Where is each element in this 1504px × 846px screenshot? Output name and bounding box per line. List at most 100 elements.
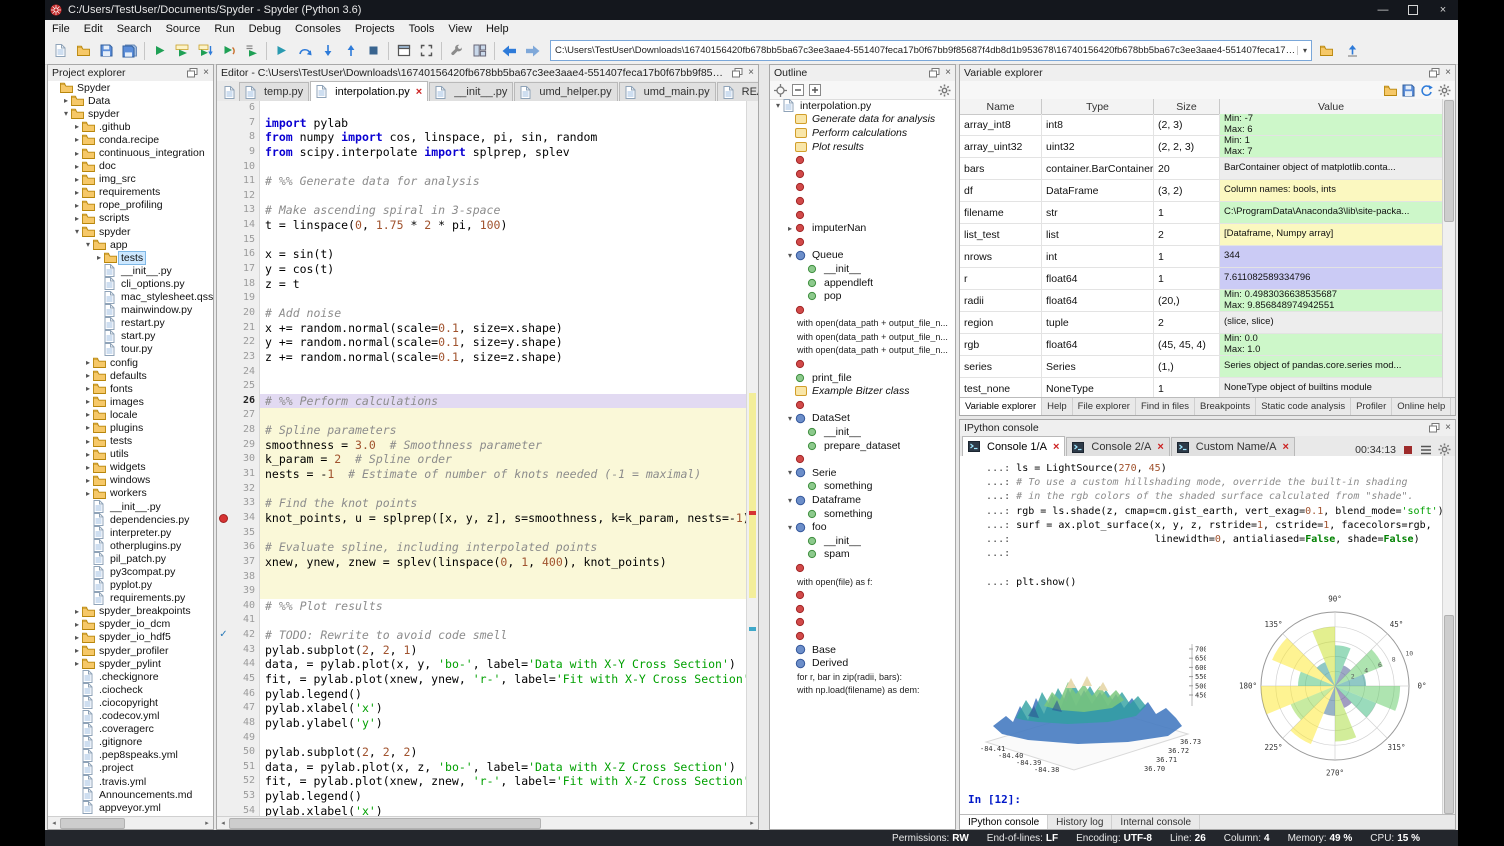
code-line-23[interactable]: 23z += random.normal(scale=0.1, size=z.s…	[217, 350, 747, 365]
outline-item[interactable]	[770, 561, 955, 575]
column-header-value[interactable]: Value	[1220, 99, 1443, 114]
code-line-7[interactable]: 7import pylab	[217, 116, 747, 131]
variable-name[interactable]: array_int8	[960, 114, 1042, 135]
code-line-26[interactable]: 26# %% Perform calculations	[217, 394, 747, 409]
project-tree-item[interactable]: ▸config	[48, 356, 213, 369]
variable-name[interactable]: array_uint32	[960, 136, 1042, 157]
expand-arrow-icon[interactable]: ▸	[83, 397, 93, 406]
variable-name[interactable]: nrows	[960, 246, 1042, 267]
outline-item[interactable]: Generate data for analysis	[770, 113, 955, 127]
code-line-16[interactable]: 16x = sin(t)	[217, 247, 747, 262]
project-tree-item[interactable]: .project	[48, 762, 213, 775]
code-line-29[interactable]: 29smoothness = 3.0 # Smoothness paramete…	[217, 438, 747, 453]
menu-file[interactable]: File	[45, 22, 77, 36]
code-line-30[interactable]: 30k_param = 2 # Spline order	[217, 452, 747, 467]
code-line-35[interactable]: 35	[217, 526, 747, 541]
variable-type[interactable]: float64	[1042, 334, 1154, 355]
import-data-icon[interactable]	[1384, 85, 1397, 96]
project-tree-item[interactable]: ▸utils	[48, 448, 213, 461]
editor-close-icon[interactable]: ×	[748, 68, 754, 78]
tab-variable-explorer[interactable]: Variable explorer	[960, 398, 1042, 415]
code-line-32[interactable]: 32	[217, 482, 747, 497]
project-tree-item[interactable]: interpreter.py	[48, 526, 213, 539]
run-file-button[interactable]	[148, 39, 171, 62]
outline-item[interactable]: Example Bitzer class	[770, 384, 955, 398]
project-tree-item[interactable]: start.py	[48, 330, 213, 343]
variable-type[interactable]: tuple	[1042, 312, 1154, 333]
code-line-39[interactable]: 39	[217, 584, 747, 599]
collapse-arrow-icon[interactable]: ▾	[83, 240, 93, 249]
outline-item[interactable]: something	[770, 507, 955, 521]
expand-arrow-icon[interactable]: ▸	[72, 149, 82, 158]
breakpoint-margin[interactable]	[217, 731, 230, 746]
scroll-right-icon[interactable]: ▸	[746, 817, 758, 829]
expand-arrow-icon[interactable]: ▸	[83, 450, 93, 459]
maximize-pane-button[interactable]	[392, 39, 415, 62]
save-data-icon[interactable]	[1402, 84, 1415, 97]
tab-profiler[interactable]: Profiler	[1351, 398, 1392, 415]
variable-row-bars[interactable]: barscontainer.BarContainer20BarContainer…	[960, 158, 1443, 180]
variable-row-series[interactable]: seriesSeries(1,)Series object of pandas.…	[960, 356, 1443, 378]
outline-item[interactable]	[770, 181, 955, 195]
variable-type[interactable]: float64	[1042, 268, 1154, 289]
breakpoint-margin[interactable]	[217, 745, 230, 760]
outline-item[interactable]: with open(file) as f:	[770, 575, 955, 589]
collapse-all-icon[interactable]	[792, 84, 804, 96]
outline-item[interactable]: pop	[770, 289, 955, 303]
maximize-button[interactable]	[1398, 0, 1428, 20]
project-tree-item[interactable]: ▸defaults	[48, 369, 213, 382]
breakpoint-margin[interactable]	[217, 408, 230, 423]
code-line-15[interactable]: 15	[217, 233, 747, 248]
variable-size[interactable]: (20,)	[1154, 290, 1220, 311]
back-button[interactable]	[498, 39, 521, 62]
variable-value[interactable]: Column names: bools, ints	[1220, 180, 1443, 201]
preferences-button[interactable]	[445, 39, 468, 62]
variable-row-test_none[interactable]: test_noneNoneType1NoneType object of bui…	[960, 378, 1443, 398]
menu-search[interactable]: Search	[110, 22, 159, 36]
working-directory-combobox[interactable]: C:\Users\TestUser\Downloads\16740156420f…	[550, 40, 1312, 61]
variable-type[interactable]: uint32	[1042, 136, 1154, 157]
menu-tools[interactable]: Tools	[402, 22, 442, 36]
variable-value[interactable]: 7.611082589334796	[1220, 268, 1443, 289]
step-over-button[interactable]	[293, 39, 316, 62]
variable-type[interactable]: list	[1042, 224, 1154, 245]
tab-breakpoints[interactable]: Breakpoints	[1195, 398, 1256, 415]
outline-item[interactable]: Plot results	[770, 140, 955, 154]
variable-value[interactable]: Min: 1 Max: 7	[1220, 136, 1443, 157]
breakpoint-margin[interactable]	[217, 189, 230, 204]
variable-value[interactable]: C:\ProgramData\Anaconda3\lib\site-packa.…	[1220, 202, 1443, 223]
ipython-console-close-icon[interactable]: ×	[1445, 423, 1451, 433]
breakpoint-margin[interactable]	[217, 467, 230, 482]
project-tree-item[interactable]: .travis.yml	[48, 775, 213, 788]
minimize-button[interactable]: —	[1368, 0, 1398, 20]
breakpoint-margin[interactable]	[217, 613, 230, 628]
variable-row-r[interactable]: rfloat6417.611082589334796	[960, 268, 1443, 290]
code-editor[interactable]: 67import pylab8from numpy import cos, li…	[217, 101, 747, 817]
editor-tab-umd_main-py[interactable]: umd_main.py	[619, 82, 716, 101]
outline-item[interactable]: __init__	[770, 425, 955, 439]
project-tree-item[interactable]: .codecov.yml	[48, 710, 213, 723]
outline-item[interactable]: ▾Queue	[770, 249, 955, 263]
project-tree-item[interactable]: .ciocopyright	[48, 696, 213, 709]
editor-undock-icon[interactable]	[732, 68, 743, 78]
code-line-49[interactable]: 49	[217, 731, 747, 746]
project-horizontal-scrollbar[interactable]: ◂ ▸	[48, 816, 213, 829]
open-file-button[interactable]	[72, 39, 95, 62]
code-line-22[interactable]: 22y += random.normal(scale=0.1, size=y.s…	[217, 335, 747, 350]
breakpoint-margin[interactable]	[217, 570, 230, 585]
editor-horizontal-scrollbar[interactable]: ◂ ▸	[217, 816, 758, 829]
outline-undock-icon[interactable]	[929, 68, 940, 78]
variable-size[interactable]: 1	[1154, 202, 1220, 223]
code-line-20[interactable]: 20# Add noise	[217, 306, 747, 321]
collapse-arrow-icon[interactable]: ▾	[785, 251, 795, 260]
project-tree-item[interactable]: ▸continuous_integration	[48, 146, 213, 159]
editor-tab-temp-py[interactable]: temp.py	[239, 82, 309, 101]
outline-item[interactable]	[770, 588, 955, 602]
run-cell-button[interactable]	[171, 39, 194, 62]
code-line-40[interactable]: 40# %% Plot results	[217, 599, 747, 614]
project-tree-item[interactable]: ▾spyder	[48, 225, 213, 238]
project-tree-item[interactable]: .ciocheck	[48, 683, 213, 696]
collapse-arrow-icon[interactable]: ▾	[61, 109, 71, 118]
stop-debug-button[interactable]	[362, 39, 385, 62]
code-line-13[interactable]: 13# Make ascending spiral in 3-space	[217, 203, 747, 218]
